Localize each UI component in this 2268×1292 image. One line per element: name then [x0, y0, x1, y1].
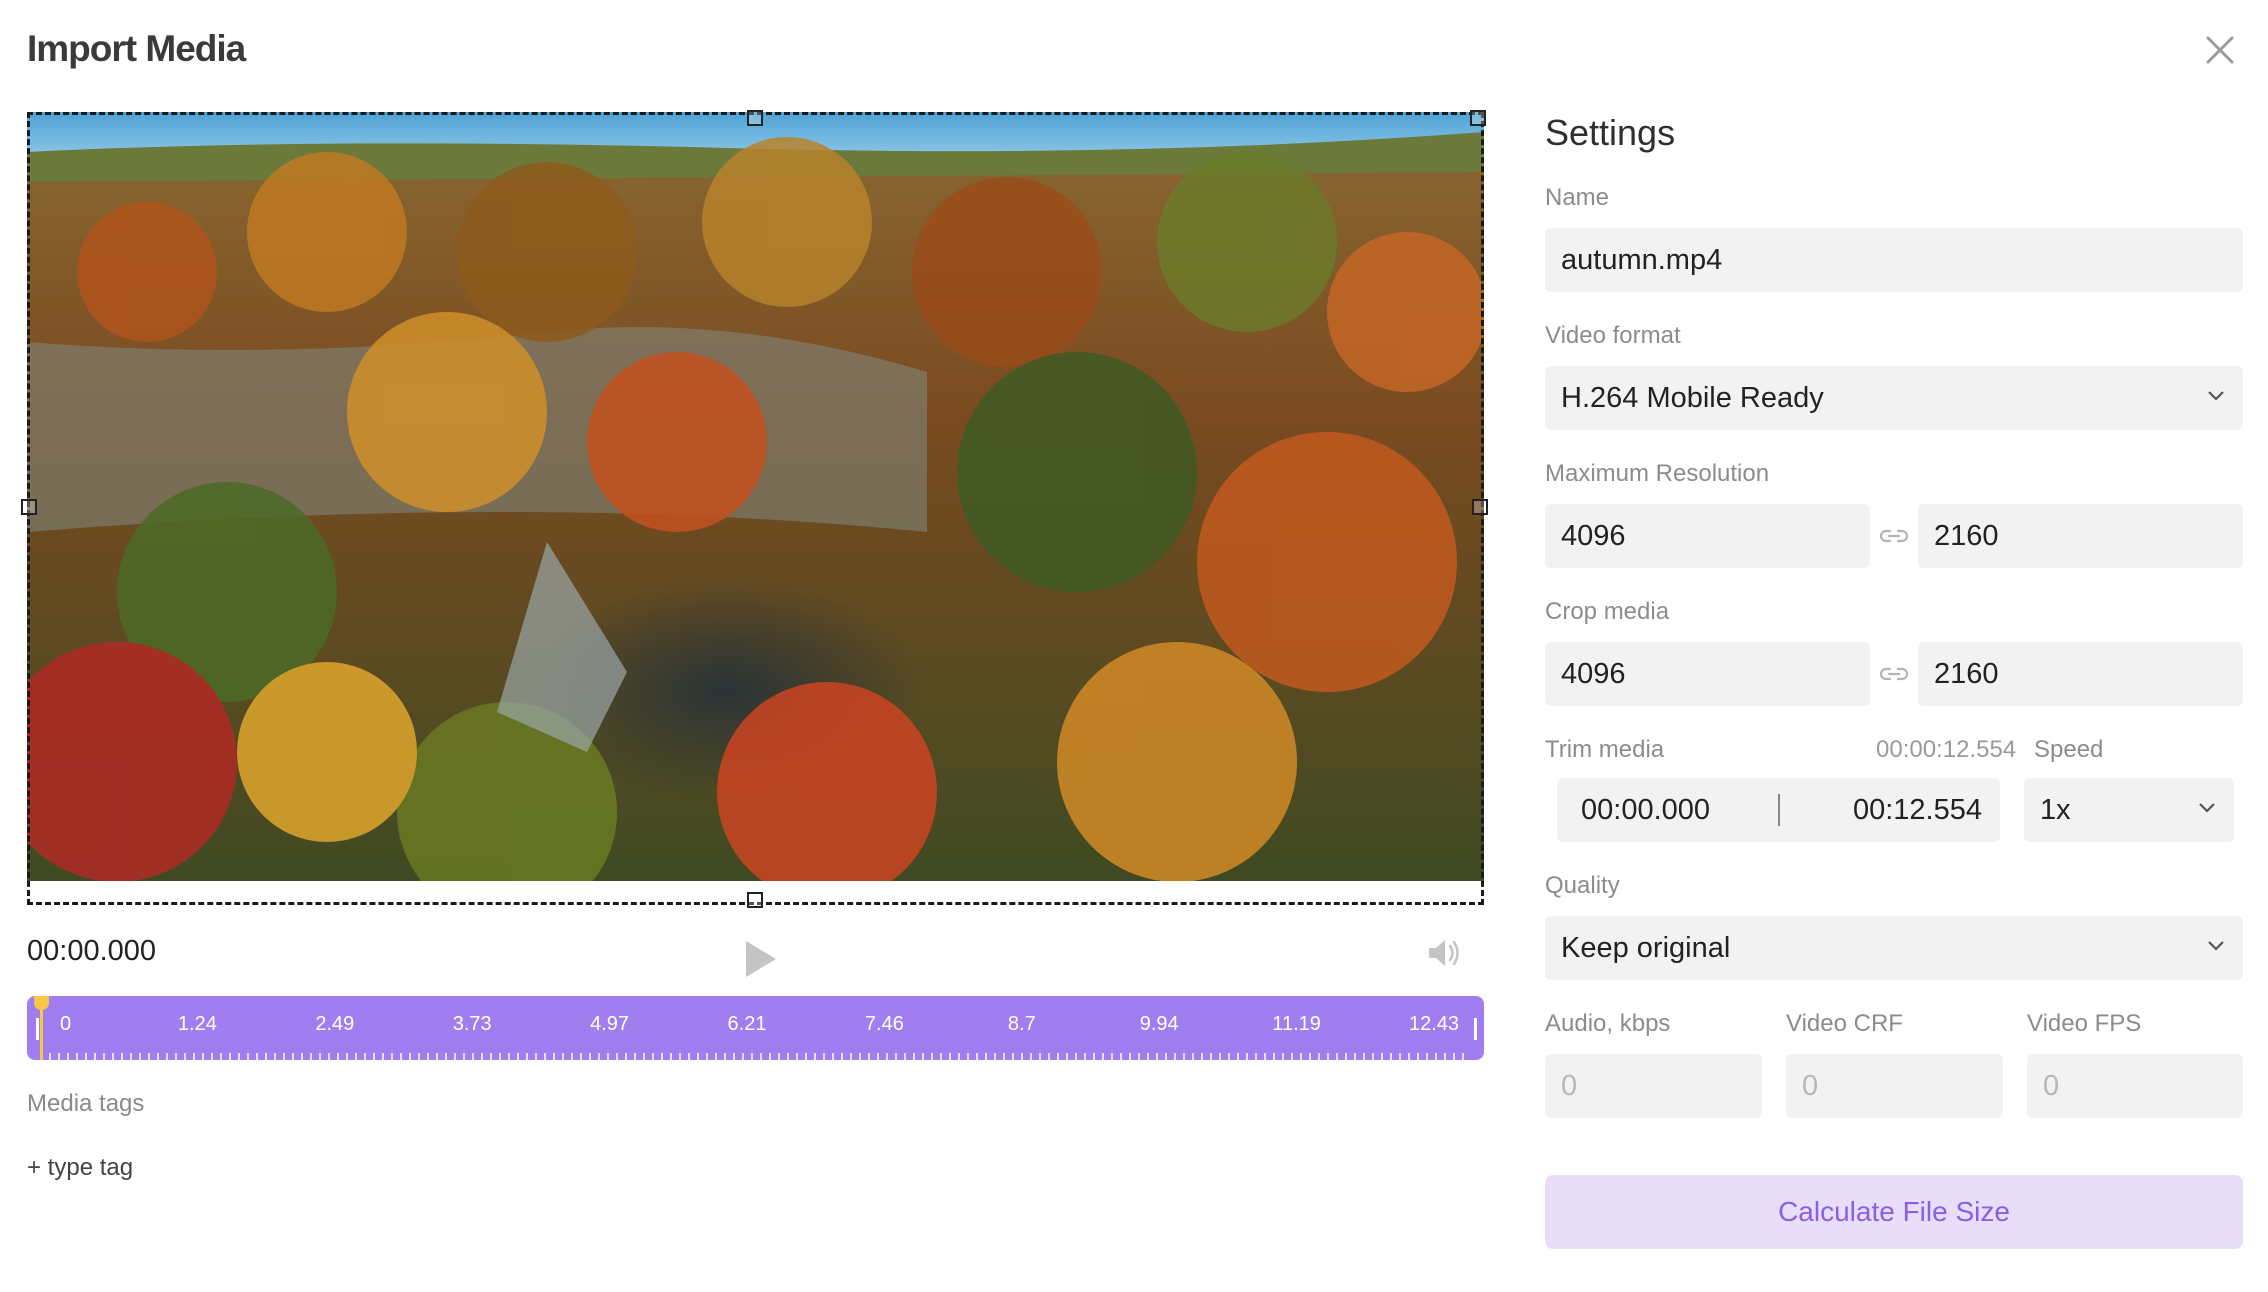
video-frame: [27, 112, 1484, 881]
trim-timeline[interactable]: 0 1.24 2.49 3.73 4.97 6.21 7.46 8.7 9.94 11.19 12.…: [27, 996, 1484, 1060]
timeline-label: 7.46: [864, 1013, 904, 1035]
trim-range-input[interactable]: 00:00.000 00:12.554: [1557, 778, 2000, 842]
audio-kbps-input[interactable]: 0: [1545, 1054, 1762, 1118]
timeline-label: 2.49: [315, 1013, 355, 1035]
crop-height-input[interactable]: 2160: [1918, 642, 2243, 706]
crop-width-input[interactable]: 4096: [1545, 642, 1870, 706]
trim-end-input[interactable]: 00:12.554: [1853, 778, 1982, 842]
crop-handle-top-right[interactable]: [1470, 110, 1486, 126]
crop-handle-left[interactable]: [21, 499, 37, 515]
max-resolution-height-input[interactable]: 2160: [1918, 504, 2243, 568]
audio-kbps-label: Audio, kbps: [1545, 1010, 1671, 1037]
timeline-label: 3.73: [452, 1013, 492, 1035]
video-crf-label: Video CRF: [1786, 1010, 1903, 1037]
crop-handle-top[interactable]: [747, 110, 763, 126]
quality-value: Keep original: [1561, 932, 1731, 964]
name-label: Name: [1545, 184, 1610, 211]
timeline-ticks: [40, 1053, 1464, 1060]
chevron-down-icon: [2199, 803, 2215, 813]
crop-handle-bottom[interactable]: [747, 892, 763, 908]
timeline-label: 8.7: [1007, 1013, 1036, 1035]
close-icon[interactable]: [2200, 30, 2240, 70]
timeline-label: 9.94: [1139, 1013, 1179, 1035]
trim-media-label: Trim media: [1545, 736, 1665, 763]
chevron-down-icon: [2208, 941, 2224, 951]
media-tags-label: Media tags: [27, 1090, 145, 1117]
crop-media-label: Crop media: [1545, 598, 1670, 625]
video-fps-label: Video FPS: [2027, 1010, 2142, 1037]
trim-start-input[interactable]: 00:00.000: [1581, 778, 1710, 842]
dialog-title: Import Media: [27, 28, 246, 69]
settings-title: Settings: [1545, 112, 1676, 153]
speed-label: Speed: [2034, 736, 2104, 763]
speed-value: 1x: [2040, 794, 2071, 826]
calculate-file-size-button[interactable]: Calculate File Size: [1545, 1175, 2243, 1249]
timeline-label: 6.21: [727, 1013, 767, 1035]
timeline-label: 12.43: [1408, 1013, 1460, 1035]
video-crf-input[interactable]: 0: [1786, 1054, 2003, 1118]
speed-select[interactable]: 1x: [2024, 778, 2234, 842]
video-fps-input[interactable]: 0: [2027, 1054, 2243, 1118]
add-tag-input[interactable]: + type tag: [27, 1154, 133, 1182]
video-format-value: H.264 Mobile Ready: [1561, 382, 1824, 414]
timeline-end-handle[interactable]: [1474, 1018, 1477, 1040]
timeline-label: 1.24: [177, 1013, 217, 1035]
playhead-knob[interactable]: [34, 996, 49, 1010]
volume-icon[interactable]: [1426, 936, 1462, 970]
current-time: 00:00.000: [27, 935, 157, 967]
timeline-label: 11.19: [1272, 1013, 1321, 1035]
max-resolution-width-input[interactable]: 4096: [1545, 504, 1870, 568]
timeline-label: 4.97: [590, 1013, 630, 1035]
quality-select[interactable]: Keep original: [1545, 916, 2243, 980]
name-input[interactable]: autumn.mp4: [1545, 228, 2243, 292]
video-preview[interactable]: [21, 110, 1488, 908]
trim-separator: [1778, 794, 1780, 826]
video-format-select[interactable]: H.264 Mobile Ready: [1545, 366, 2243, 430]
timeline-start-handle[interactable]: [36, 1018, 39, 1040]
crop-handle-right[interactable]: [1472, 499, 1488, 515]
video-format-label: Video format: [1545, 322, 1681, 349]
trim-duration: 00:00:12.554: [1876, 736, 2017, 763]
max-resolution-label: Maximum Resolution: [1545, 460, 1770, 487]
timeline-label: 0: [60, 1013, 72, 1035]
link-icon[interactable]: [1879, 665, 1909, 683]
chevron-down-icon: [2208, 391, 2224, 401]
quality-label: Quality: [1545, 872, 1620, 899]
play-icon[interactable]: [740, 937, 780, 981]
link-icon[interactable]: [1879, 527, 1909, 545]
